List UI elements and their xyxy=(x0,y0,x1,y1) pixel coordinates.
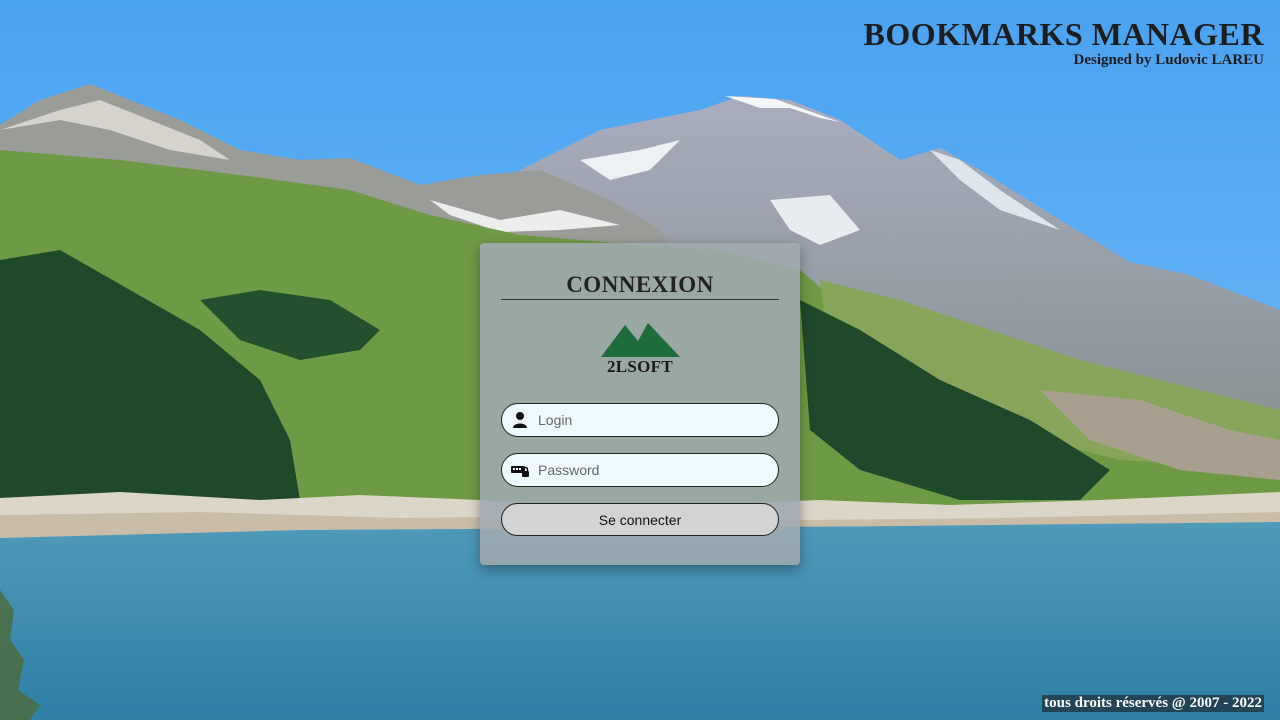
app-header: BOOKMARKS MANAGER Designed by Ludovic LA… xyxy=(864,16,1265,69)
company-logo: 2LSOFT xyxy=(598,321,682,377)
mountain-logo-icon xyxy=(601,323,680,357)
login-field[interactable] xyxy=(501,403,779,437)
app-title: BOOKMARKS MANAGER xyxy=(863,16,1264,52)
app-subtitle: Designed by Ludovic LAREU xyxy=(1073,52,1264,68)
password-field[interactable] xyxy=(501,453,779,487)
copyright-footer: tous droits réservés @ 2007 - 2022 xyxy=(1042,695,1264,712)
password-input[interactable] xyxy=(538,454,768,486)
login-input[interactable] xyxy=(538,404,768,436)
connect-button[interactable]: Se connecter xyxy=(501,503,779,536)
login-title: CONNEXION xyxy=(501,271,779,300)
user-icon xyxy=(511,411,529,429)
key-icon xyxy=(511,461,529,479)
logo-text: 2LSOFT xyxy=(606,357,674,376)
login-panel: CONNEXION 2LSOFT Se conne xyxy=(480,243,800,565)
